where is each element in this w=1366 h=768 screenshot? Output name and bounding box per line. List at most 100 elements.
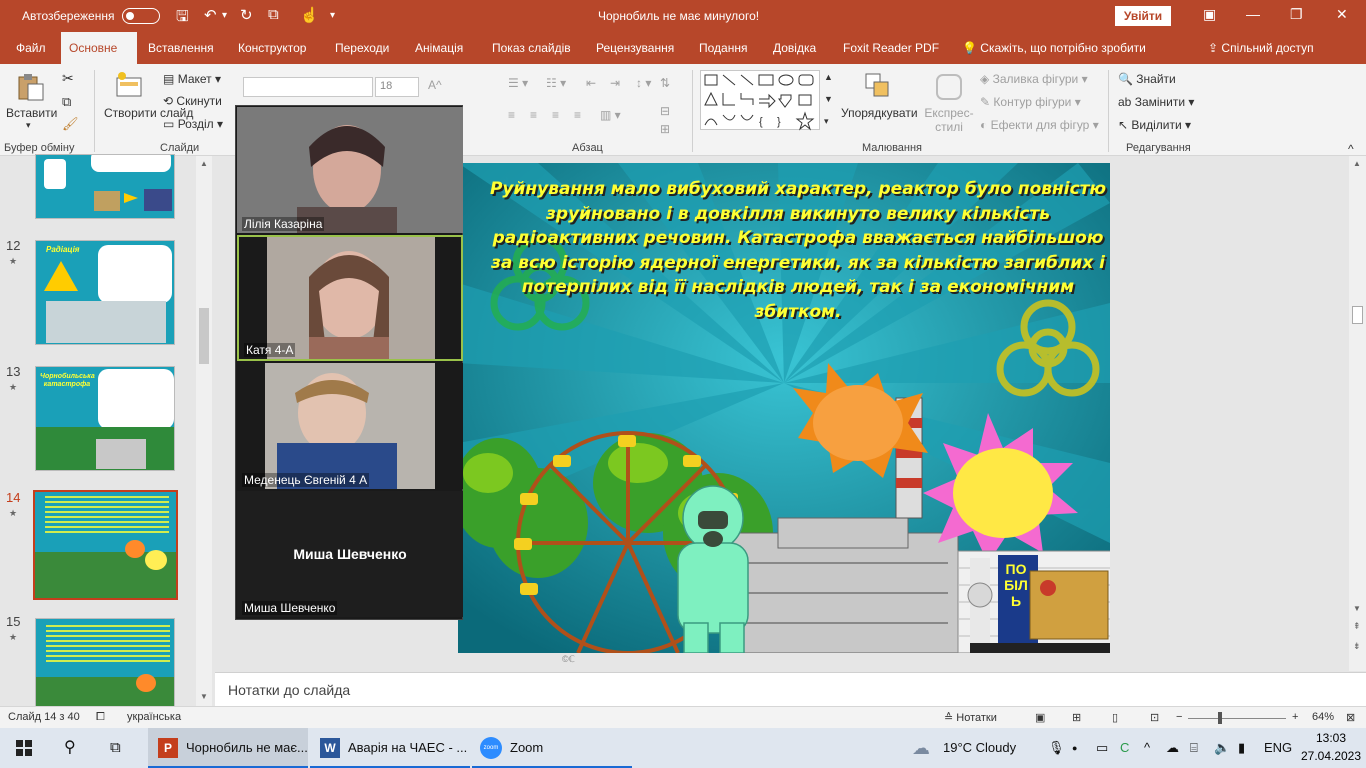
show-hidden-icons[interactable]: ^ bbox=[1144, 728, 1150, 768]
reset-button[interactable]: ⟲ Скинути bbox=[163, 94, 222, 108]
tell-me-search[interactable]: 💡 Скажіть, що потрібно зробити bbox=[954, 32, 1154, 64]
zoom-level[interactable]: 64% bbox=[1312, 711, 1334, 723]
shapes-more-icon[interactable]: ▾ bbox=[824, 116, 829, 127]
shapes-gallery[interactable]: { } bbox=[700, 70, 820, 131]
slide-thumbnail-selected[interactable] bbox=[33, 490, 178, 600]
slide-canvas[interactable]: ПОБІЛЬ Руйнування мало вибуховий характе… bbox=[458, 163, 1110, 653]
language-indicator[interactable]: українська bbox=[127, 711, 181, 723]
align-right-icon[interactable]: ≡ bbox=[552, 108, 559, 122]
paste-label[interactable]: Вставити bbox=[6, 106, 57, 120]
present-icon[interactable]: ⧉ bbox=[268, 6, 279, 23]
cut-icon[interactable]: ✂ bbox=[62, 70, 74, 87]
format-painter-icon[interactable]: 🖌 bbox=[62, 116, 79, 132]
zoom-tray-icon[interactable]: ● bbox=[1072, 728, 1077, 768]
select-button[interactable]: ↖ Виділити ▾ bbox=[1118, 118, 1191, 132]
tab-help[interactable]: Довідка bbox=[765, 32, 824, 64]
ribbon-display-icon[interactable]: ▣ bbox=[1203, 6, 1216, 23]
weather-text[interactable]: 19°C Cloudy bbox=[943, 728, 1016, 768]
zoom-slider-thumb[interactable] bbox=[1218, 712, 1222, 724]
zoom-gallery-panel[interactable]: Лілія Казаріна Катя 4-А Меденець Євгеній… bbox=[235, 105, 463, 620]
tab-design[interactable]: Конструктор bbox=[230, 32, 314, 64]
font-size-combo[interactable]: 18 bbox=[375, 77, 419, 97]
slide-thumbnail[interactable]: Чорнобильська катастрофа bbox=[35, 366, 175, 471]
shape-effects-button[interactable]: ◐ Ефекти для фігур ▾ bbox=[980, 118, 1099, 132]
shapes-scroll-down-icon[interactable]: ▼ bbox=[824, 94, 833, 104]
find-button[interactable]: 🔍 Знайти bbox=[1118, 72, 1176, 86]
redo-icon[interactable]: ↻ bbox=[240, 6, 253, 24]
next-slide-icon[interactable]: ⇟ bbox=[1353, 641, 1361, 652]
collapse-ribbon-icon[interactable]: ^ bbox=[1348, 142, 1354, 156]
copy-icon[interactable]: ⧉ bbox=[62, 94, 71, 110]
meet-now-icon[interactable]: ▭ bbox=[1096, 728, 1108, 768]
align-left-icon[interactable]: ≡ bbox=[508, 108, 515, 122]
video-tile-active-speaker[interactable]: Катя 4-А bbox=[237, 235, 463, 361]
onedrive-icon[interactable]: ☁ bbox=[1166, 728, 1179, 768]
taskbar-app-zoom[interactable]: zoom Zoom bbox=[472, 728, 632, 768]
slide-thumbnail[interactable] bbox=[35, 154, 175, 219]
clock-date[interactable]: 27.04.2023 bbox=[1300, 749, 1362, 763]
editor-scrollbar[interactable]: ▲ ▼ ⇞ ⇟ bbox=[1349, 156, 1366, 671]
save-icon[interactable]: 🖫 bbox=[176, 6, 189, 31]
zoom-in-icon[interactable]: + bbox=[1292, 711, 1298, 723]
volume-icon[interactable]: 🔈 bbox=[1214, 728, 1230, 768]
previous-slide-icon[interactable]: ⇞ bbox=[1353, 621, 1361, 632]
tab-file[interactable]: Файл bbox=[8, 32, 54, 64]
taskbar-app-powerpoint[interactable]: P Чорнобиль не має... bbox=[148, 728, 308, 768]
font-family-combo[interactable] bbox=[243, 77, 373, 97]
slideshow-view-icon[interactable]: ⊡ bbox=[1150, 711, 1159, 724]
section-button[interactable]: ▭ Розділ ▾ bbox=[163, 117, 223, 131]
tab-view[interactable]: Подання bbox=[691, 32, 755, 64]
slide-thumbnail[interactable] bbox=[35, 618, 175, 708]
tab-foxit[interactable]: Foxit Reader PDF bbox=[835, 32, 947, 64]
paste-icon[interactable] bbox=[16, 72, 46, 102]
line-spacing-icon[interactable]: ↕ ▾ bbox=[636, 76, 651, 90]
fit-to-window-icon[interactable]: ⊠ bbox=[1346, 711, 1355, 724]
justify-icon[interactable]: ≡ bbox=[574, 108, 581, 122]
search-icon[interactable]: ⚲ bbox=[64, 728, 76, 768]
scroll-down-icon[interactable]: ▼ bbox=[1353, 604, 1361, 613]
scrollbar-thumb[interactable] bbox=[199, 308, 209, 364]
paste-dropdown-icon[interactable]: ▾ bbox=[26, 120, 31, 131]
new-slide-icon[interactable] bbox=[114, 70, 144, 100]
tray-app-icon[interactable]: C bbox=[1120, 728, 1129, 768]
replace-button[interactable]: ab Замінити ▾ bbox=[1118, 95, 1194, 109]
zoom-out-icon[interactable]: − bbox=[1176, 711, 1182, 723]
scroll-up-icon[interactable]: ▲ bbox=[200, 159, 208, 168]
autosave-toggle[interactable] bbox=[122, 8, 160, 24]
scroll-up-icon[interactable]: ▲ bbox=[1353, 159, 1361, 168]
tab-insert[interactable]: Вставлення bbox=[140, 32, 222, 64]
slide-body-text[interactable]: Руйнування мало вибуховий характер, реак… bbox=[488, 177, 1108, 324]
normal-view-icon[interactable]: ▣ bbox=[1035, 711, 1045, 724]
increase-indent-icon[interactable]: ⇥ bbox=[610, 76, 620, 90]
share-button[interactable]: ⇪ Спільний доступ bbox=[1200, 32, 1322, 64]
slide-sorter-icon[interactable]: ⊞ bbox=[1072, 711, 1081, 724]
smartart-icon[interactable]: ⊞ bbox=[660, 122, 670, 136]
tab-slideshow[interactable]: Показ слайдів bbox=[484, 32, 579, 64]
layout-button[interactable]: ▤ Макет ▾ bbox=[163, 72, 221, 86]
network-icon[interactable]: ⌸ bbox=[1190, 728, 1198, 768]
decrease-indent-icon[interactable]: ⇤ bbox=[586, 76, 596, 90]
windows-start-icon[interactable] bbox=[16, 740, 32, 756]
shape-outline-button[interactable]: ✎ Контур фігури ▾ bbox=[980, 95, 1081, 109]
cloud-icon[interactable]: ☁ bbox=[912, 728, 930, 768]
notes-pane[interactable]: Нотатки до слайда bbox=[215, 672, 1366, 706]
scrollbar-thumb[interactable] bbox=[1352, 306, 1363, 324]
quick-styles-label[interactable]: Експрес-стилі bbox=[922, 106, 976, 134]
numbering-icon[interactable]: ☷ ▾ bbox=[546, 76, 566, 90]
font-grow-icon[interactable]: A^ bbox=[428, 78, 442, 92]
undo-dropdown-icon[interactable]: ▾ bbox=[222, 10, 227, 21]
video-tile[interactable]: Лілія Казаріна bbox=[237, 107, 463, 233]
customize-toolbar-icon[interactable]: ▾ bbox=[330, 10, 335, 21]
bullets-icon[interactable]: ☰ ▾ bbox=[508, 76, 528, 90]
slide-thumbnail[interactable]: Радіація bbox=[35, 240, 175, 345]
video-tile[interactable]: Меденець Євгеній 4 А bbox=[237, 363, 463, 489]
tab-animations[interactable]: Анімація bbox=[407, 32, 471, 64]
signin-button[interactable]: Увійти bbox=[1115, 6, 1171, 26]
accessibility-icon[interactable]: ⧠ bbox=[96, 711, 105, 724]
language-indicator[interactable]: ENG bbox=[1264, 728, 1292, 768]
shape-fill-button[interactable]: ◈ Заливка фігури ▾ bbox=[980, 72, 1088, 86]
minimize-icon[interactable]: — bbox=[1246, 6, 1260, 22]
zoom-slider[interactable] bbox=[1188, 718, 1286, 719]
shapes-scroll-up-icon[interactable]: ▲ bbox=[824, 72, 833, 82]
tab-home[interactable]: Основне bbox=[61, 32, 137, 64]
